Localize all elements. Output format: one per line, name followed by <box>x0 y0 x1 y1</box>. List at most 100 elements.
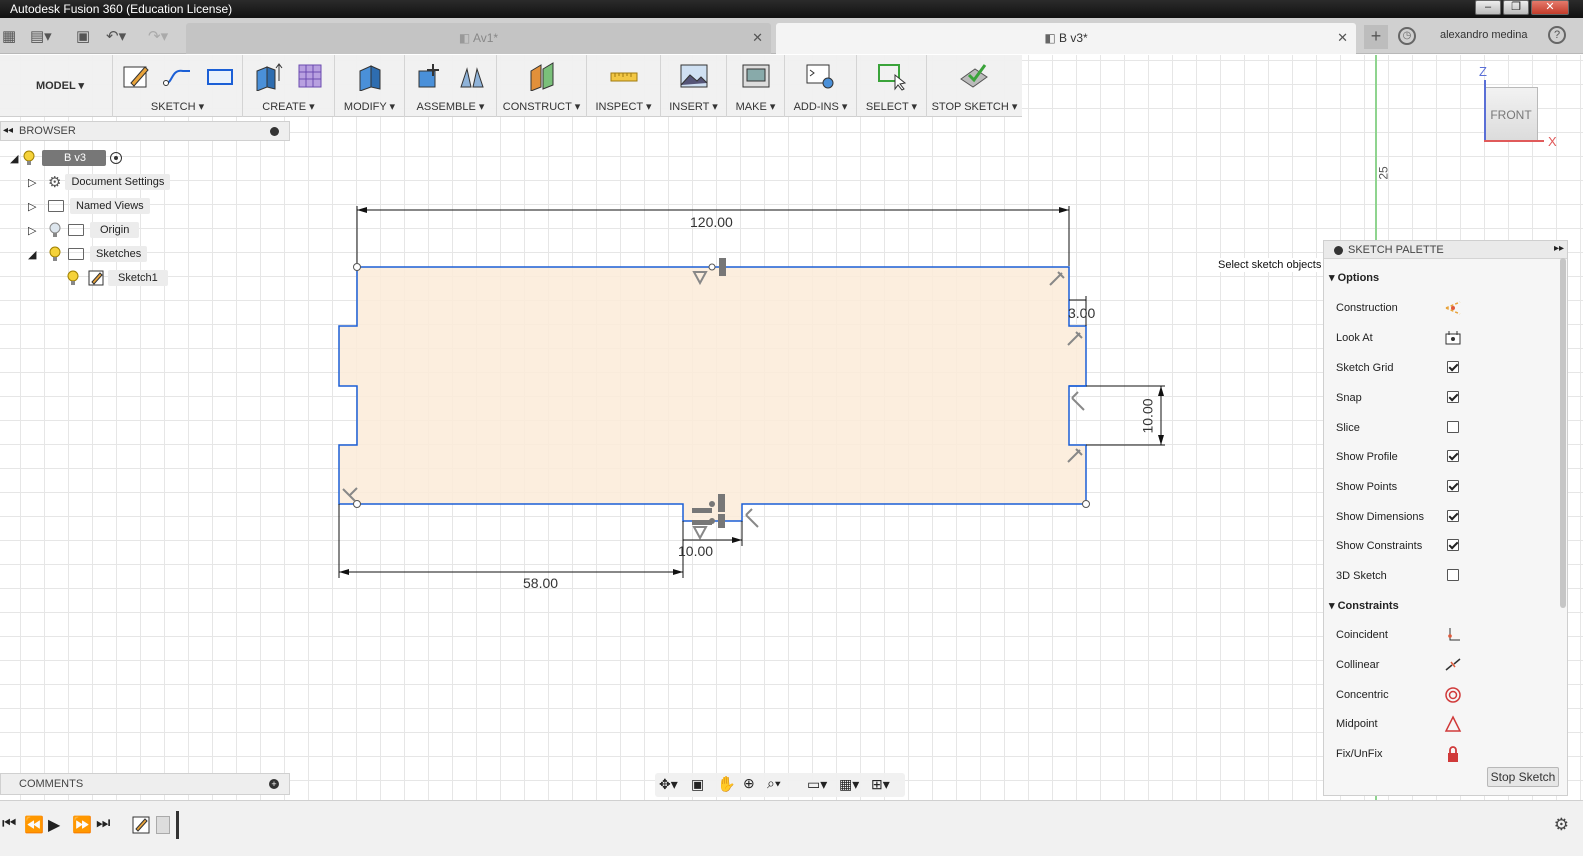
look-at-icon[interactable] <box>1444 329 1462 347</box>
timeline-sketch-icon[interactable] <box>132 816 150 834</box>
undo-icon[interactable]: ↶▾ <box>106 27 126 45</box>
visibility-bulb-icon[interactable] <box>48 246 62 262</box>
tree-item-origin[interactable]: ▷ Origin <box>28 220 140 240</box>
option-snap[interactable]: Snap <box>1336 387 1556 409</box>
orbit-icon[interactable]: ✥▾ <box>659 776 678 793</box>
dimension-58[interactable]: 58.00 <box>523 575 558 591</box>
insert-image-icon[interactable] <box>679 61 709 91</box>
toolbar-insert[interactable]: INSERT ▾ <box>660 55 726 117</box>
offset-plane-icon[interactable] <box>527 61 557 91</box>
show-dimensions-checkbox[interactable] <box>1447 510 1459 522</box>
visibility-bulb-icon[interactable] <box>66 270 80 286</box>
comments-panel[interactable]: COMMENTS + <box>0 773 290 795</box>
toolbar-select[interactable]: SELECT ▾ <box>856 55 926 117</box>
step-back-icon[interactable]: ⏪ <box>24 815 44 835</box>
slice-checkbox[interactable] <box>1447 421 1459 433</box>
visibility-bulb-icon[interactable] <box>48 222 62 238</box>
measure-icon[interactable] <box>609 61 639 91</box>
tab-av1[interactable]: ◧ Av1* ✕ <box>186 23 771 54</box>
minimize-button[interactable]: – <box>1475 0 1501 15</box>
concentric-icon[interactable] <box>1444 686 1462 704</box>
constraint-concentric[interactable]: Concentric <box>1336 684 1556 706</box>
coincident-icon[interactable] <box>1444 626 1462 644</box>
tree-item-sketch1[interactable]: Sketch1 <box>66 268 168 288</box>
tree-item-named-views[interactable]: ▷ Named Views <box>28 196 150 216</box>
tab-close-icon[interactable]: ✕ <box>1337 23 1348 53</box>
collapse-panel-icon[interactable]: ◂◂ <box>3 125 13 136</box>
visibility-bulb-icon[interactable] <box>22 150 36 166</box>
press-pull-icon[interactable] <box>355 61 385 91</box>
toolbar-assemble[interactable]: ASSEMBLE ▾ <box>404 55 496 117</box>
gear-icon[interactable]: ⚙ <box>1554 815 1569 835</box>
rectangle-icon[interactable] <box>205 61 235 91</box>
dimension-120[interactable]: 120.00 <box>690 214 733 230</box>
constraint-coincident[interactable]: Coincident <box>1336 624 1556 646</box>
constraint-collinear[interactable]: Collinear <box>1336 654 1556 676</box>
activate-radio-icon[interactable] <box>110 152 123 164</box>
toolbar-stop-sketch[interactable]: STOP SKETCH ▾ <box>926 55 1022 117</box>
toolbar-modify[interactable]: MODIFY ▾ <box>334 55 404 117</box>
timeline-playhead[interactable] <box>176 811 179 839</box>
sketch-palette[interactable]: SKETCH PALETTE ▸▸ ▾ Options Construction… <box>1323 240 1568 796</box>
snap-checkbox[interactable] <box>1447 391 1459 403</box>
minimize-browser-icon[interactable] <box>270 127 279 136</box>
toolbar-sketch[interactable]: SKETCH ▾ <box>112 55 242 117</box>
option-3d-sketch[interactable]: 3D Sketch <box>1336 565 1556 587</box>
3d-sketch-checkbox[interactable] <box>1447 569 1459 581</box>
user-name[interactable]: alexandro medina <box>1440 29 1527 41</box>
redo-icon[interactable]: ↷▾ <box>148 27 168 45</box>
expand-palette-icon[interactable]: ▸▸ <box>1554 243 1564 254</box>
look-at-icon[interactable]: ▣ <box>691 776 704 793</box>
toolbar-create[interactable]: CREATE ▾ <box>242 55 334 117</box>
toolbar-inspect[interactable]: INSPECT ▾ <box>586 55 660 117</box>
constraint-midpoint[interactable]: Midpoint <box>1336 713 1556 735</box>
show-points-checkbox[interactable] <box>1447 480 1459 492</box>
dimension-10-vertical[interactable]: 10.00 <box>1140 398 1156 433</box>
viewports-icon[interactable]: ⊞▾ <box>871 776 890 793</box>
viewcube[interactable]: FRONT <box>1484 87 1538 141</box>
constraints-section[interactable]: ▾ Constraints <box>1329 599 1399 612</box>
collinear-icon[interactable] <box>1444 656 1462 674</box>
option-look-at[interactable]: Look At <box>1336 327 1556 349</box>
option-show-points[interactable]: Show Points <box>1336 476 1556 498</box>
option-show-dimensions[interactable]: Show Dimensions <box>1336 506 1556 528</box>
option-show-profile[interactable]: Show Profile <box>1336 446 1556 468</box>
tab-close-icon[interactable]: ✕ <box>752 23 763 53</box>
select-icon[interactable] <box>877 61 907 91</box>
job-status-icon[interactable]: ◷ <box>1398 27 1416 45</box>
toolbar-construct[interactable]: CONSTRUCT ▾ <box>496 55 586 117</box>
midpoint-icon[interactable] <box>1444 715 1462 733</box>
sketch-grid-checkbox[interactable] <box>1447 361 1459 373</box>
tree-root[interactable]: ◢ B v3 <box>10 148 123 168</box>
pattern-icon[interactable] <box>295 61 325 91</box>
create-sketch-icon[interactable] <box>121 61 151 91</box>
tab-bv3[interactable]: ◧ B v3* ✕ <box>776 23 1356 54</box>
joint-icon[interactable] <box>457 61 487 91</box>
stop-sketch-icon[interactable] <box>959 61 989 91</box>
browser-panel[interactable]: ◂◂ BROWSER <box>0 121 290 141</box>
zoom-icon[interactable]: ⊕ <box>743 775 755 792</box>
go-to-end-icon[interactable]: ⏭ <box>96 815 110 833</box>
grid-menu-icon[interactable]: ▦ <box>2 27 16 45</box>
new-tab-button[interactable]: + <box>1364 25 1388 49</box>
root-component-label[interactable]: B v3 <box>42 150 107 166</box>
file-icon[interactable]: ▤▾ <box>30 27 52 45</box>
maximize-button[interactable]: ❐ <box>1503 0 1529 15</box>
toolbar-make[interactable]: MAKE ▾ <box>726 55 784 117</box>
scripts-icon[interactable] <box>805 61 835 91</box>
expand-icon[interactable]: ▷ <box>28 176 40 189</box>
show-constraints-checkbox[interactable] <box>1447 539 1459 551</box>
line-icon[interactable] <box>163 61 193 91</box>
option-show-constraints[interactable]: Show Constraints <box>1336 535 1556 557</box>
tree-item-document-settings[interactable]: ▷ ⚙ Document Settings <box>28 172 171 192</box>
show-profile-checkbox[interactable] <box>1447 450 1459 462</box>
dimension-10-horizontal[interactable]: 10.00 <box>678 543 713 559</box>
expand-icon[interactable]: ▷ <box>28 200 40 213</box>
tree-item-sketches[interactable]: ◢ Sketches <box>28 244 148 264</box>
pan-icon[interactable]: ✋ <box>717 775 736 793</box>
option-construction[interactable]: Construction <box>1336 297 1556 319</box>
toolbar-addins[interactable]: ADD-INS ▾ <box>784 55 856 117</box>
option-sketch-grid[interactable]: Sketch Grid <box>1336 357 1556 379</box>
extrude-icon[interactable] <box>253 61 283 91</box>
options-section[interactable]: ▾ Options <box>1329 271 1379 284</box>
